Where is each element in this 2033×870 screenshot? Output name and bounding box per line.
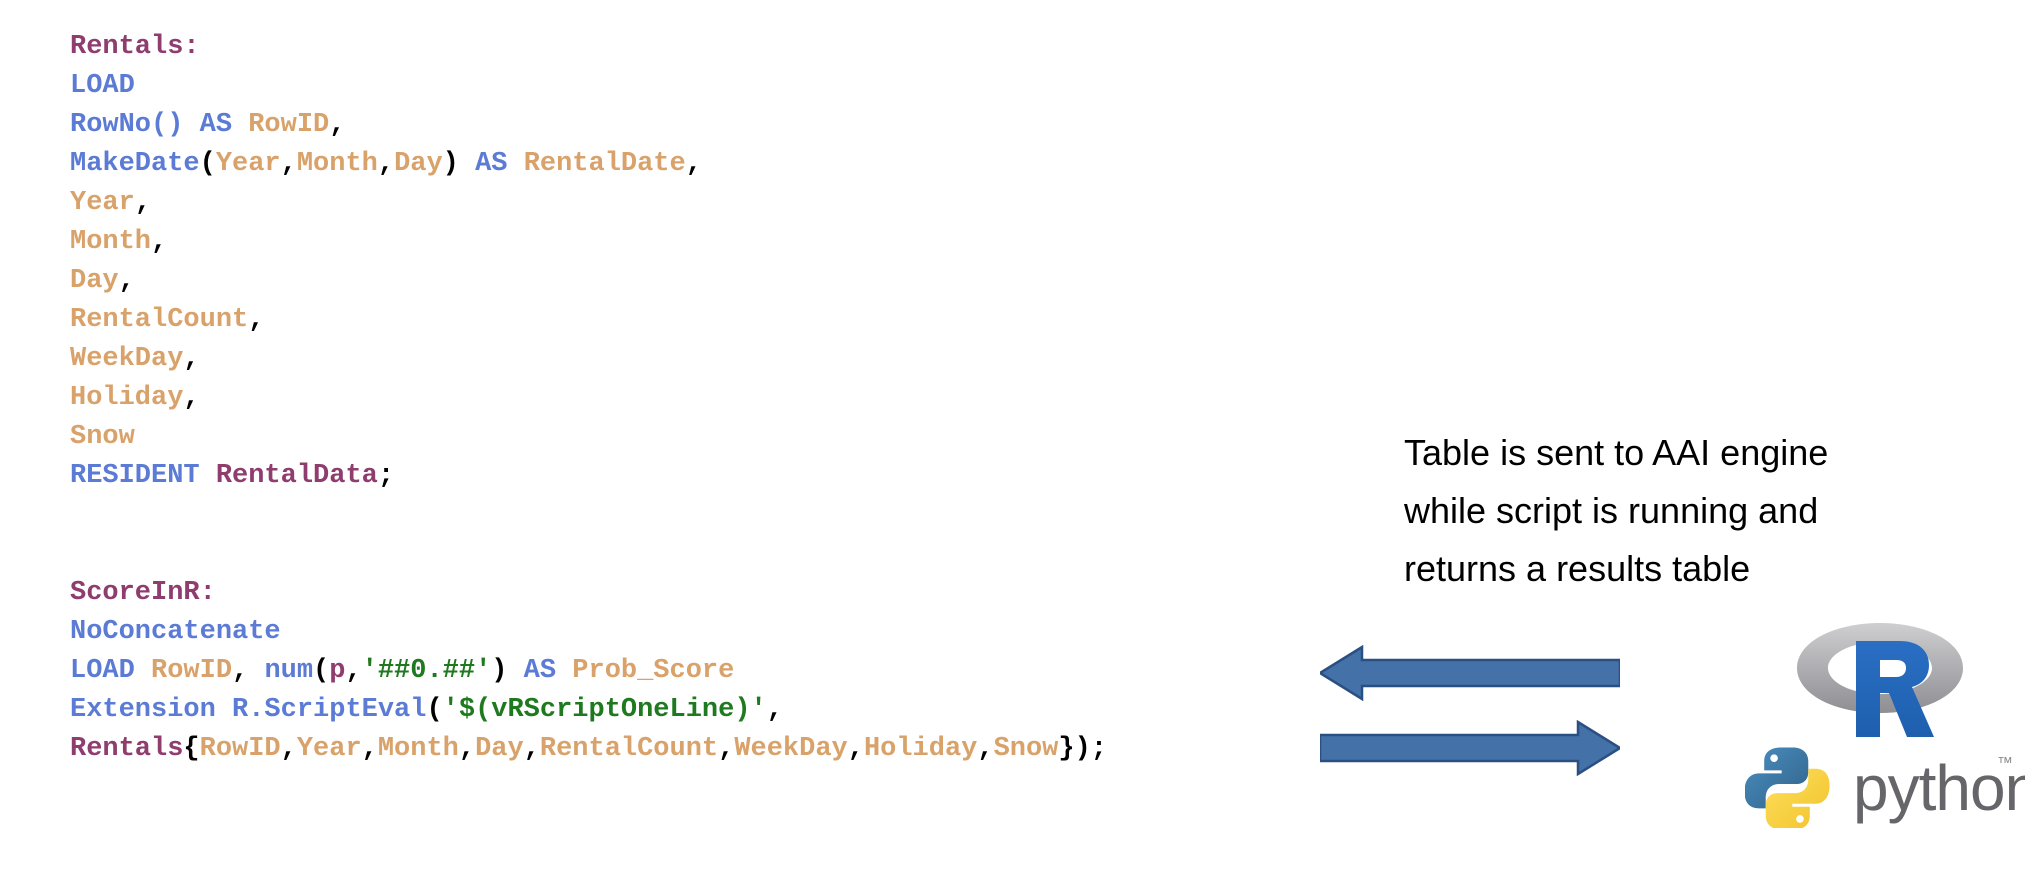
code-token-punct: , (118, 266, 135, 296)
code-token-punct: , (977, 734, 994, 764)
code-token-punct: ( (199, 149, 216, 179)
code-token-punct: , (345, 656, 362, 686)
code-token-field: Day (394, 149, 443, 179)
line-rentals-fields: Rentals{RowID,Year,Month,Day,RentalCount… (70, 730, 1107, 769)
line-weekday: WeekDay, (70, 340, 1107, 379)
line-month: Month, (70, 223, 1107, 262)
code-token-field: WeekDay (734, 734, 848, 764)
code-token-punct: , (280, 734, 297, 764)
code-token-punct: }); (1058, 734, 1107, 764)
annotation-line-2: while script is running and (1404, 490, 1819, 531)
python-language-logo-icon: python ™ (1745, 747, 2025, 828)
line-rentals-label: Rentals: (70, 28, 1107, 67)
code-token-punct: ( (313, 656, 330, 686)
line-day: Day, (70, 262, 1107, 301)
code-token-field: Snow (993, 734, 1059, 764)
code-token-field: RowID (199, 734, 281, 764)
code-token-field: RentalDate (523, 149, 686, 179)
code-token-punct: ) (491, 656, 508, 686)
code-token-field: Holiday (70, 383, 184, 413)
code-token-punct: ( (426, 695, 443, 725)
line-snow: Snow (70, 418, 1107, 457)
code-token-field: RentalCount (539, 734, 719, 764)
code-token-field: RentalCount (70, 305, 249, 335)
code-token-field: Year (215, 149, 281, 179)
code-token-punct: , (183, 344, 200, 374)
code-token-field: RowID (151, 656, 233, 686)
r-language-logo-icon (1797, 623, 1963, 737)
line-makedate: MakeDate(Year,Month,Day) AS RentalDate, (70, 145, 1107, 184)
code-token-field: Month (296, 149, 378, 179)
code-token-field: Month (377, 734, 459, 764)
qlik-script-code-block: Rentals: LOAD RowNo() AS RowID, MakeDate(Ye… (70, 28, 1107, 769)
code-token-punct: , (685, 149, 702, 179)
line-load: LOAD (70, 67, 1107, 106)
code-token-table: Rentals (70, 734, 184, 764)
code-token-str: '$(vRScriptOneLine)' (442, 695, 767, 725)
code-token-field: Prob_Score (572, 656, 735, 686)
code-token-punct: , (718, 734, 735, 764)
code-token-field: RowID (248, 110, 330, 140)
line-blank-1 (70, 496, 1107, 535)
arrow-left-icon (1320, 645, 1620, 701)
code-token-kw: Extension R.ScriptEval (70, 695, 427, 725)
code-token-punct: , (248, 305, 265, 335)
code-token-punct: , (134, 188, 152, 218)
code-token-punct: , (329, 110, 346, 140)
line-load-rowid: LOAD RowID, num(p,'##0.##') AS Prob_Scor… (70, 652, 1107, 691)
code-token-punct: , (523, 734, 540, 764)
code-token-kw: LOAD (70, 71, 135, 101)
line-noconcatenate: NoConcatenate (70, 613, 1107, 652)
code-token-punct: ) (442, 149, 459, 179)
code-token-str: '##0.##' (361, 656, 492, 686)
code-token-table: Rentals: (70, 32, 200, 62)
code-token-punct: ; (377, 461, 395, 491)
code-token-kw: LOAD (70, 656, 152, 686)
arrow-right-icon (1320, 720, 1620, 776)
code-token-table: ScoreInR: (70, 578, 216, 608)
line-holiday: Holiday, (70, 379, 1107, 418)
code-token-punct: , (183, 383, 200, 413)
code-token-punct: , (151, 227, 168, 257)
annotation-line-1: Table is sent to AAI engine (1404, 432, 1829, 473)
code-token-table: p (329, 656, 346, 686)
code-token-kw: AS (458, 149, 524, 179)
line-scoreinr-label: ScoreInR: (70, 574, 1107, 613)
code-token-kw: AS (507, 656, 573, 686)
code-token-table: RentalData (215, 461, 378, 491)
code-token-kw: MakeDate (70, 149, 200, 179)
code-token-punct: , (280, 149, 297, 179)
annotation-text: Table is sent to AAI engine while script… (1404, 424, 1984, 598)
code-token-field: WeekDay (70, 344, 184, 374)
code-token-kw: NoConcatenate (70, 617, 281, 647)
slide-canvas: Rentals: LOAD RowNo() AS RowID, MakeDate(Ye… (0, 0, 2033, 870)
line-extension: Extension R.ScriptEval('$(vRScriptOneLin… (70, 691, 1107, 730)
line-blank-2 (70, 535, 1107, 574)
code-token-kw: RESIDENT (70, 461, 216, 491)
line-rowno: RowNo() AS RowID, (70, 106, 1107, 145)
code-token-kw: num (264, 656, 314, 686)
code-token-punct: , (766, 695, 783, 725)
code-token-field: Year (296, 734, 362, 764)
python-trademark-symbol: ™ (1997, 755, 2013, 772)
code-token-field: Snow (70, 422, 135, 452)
code-token-field: Holiday (863, 734, 978, 764)
code-token-punct: , (361, 734, 378, 764)
code-token-field: Day (475, 734, 524, 764)
code-token-punct: , (232, 656, 265, 686)
code-token-punct: , (847, 734, 864, 764)
line-rentalcount: RentalCount, (70, 301, 1107, 340)
code-token-punct: , (458, 734, 476, 764)
line-resident: RESIDENT RentalData; (70, 457, 1107, 496)
code-token-field: Month (70, 227, 152, 257)
code-token-field: Day (70, 266, 119, 296)
code-token-kw: RowNo() AS (70, 110, 249, 140)
code-token-field: Year (70, 188, 135, 218)
code-token-punct: { (183, 734, 200, 764)
code-token-punct: , (377, 149, 395, 179)
line-year: Year, (70, 184, 1107, 223)
annotation-line-3: returns a results table (1404, 548, 1751, 589)
